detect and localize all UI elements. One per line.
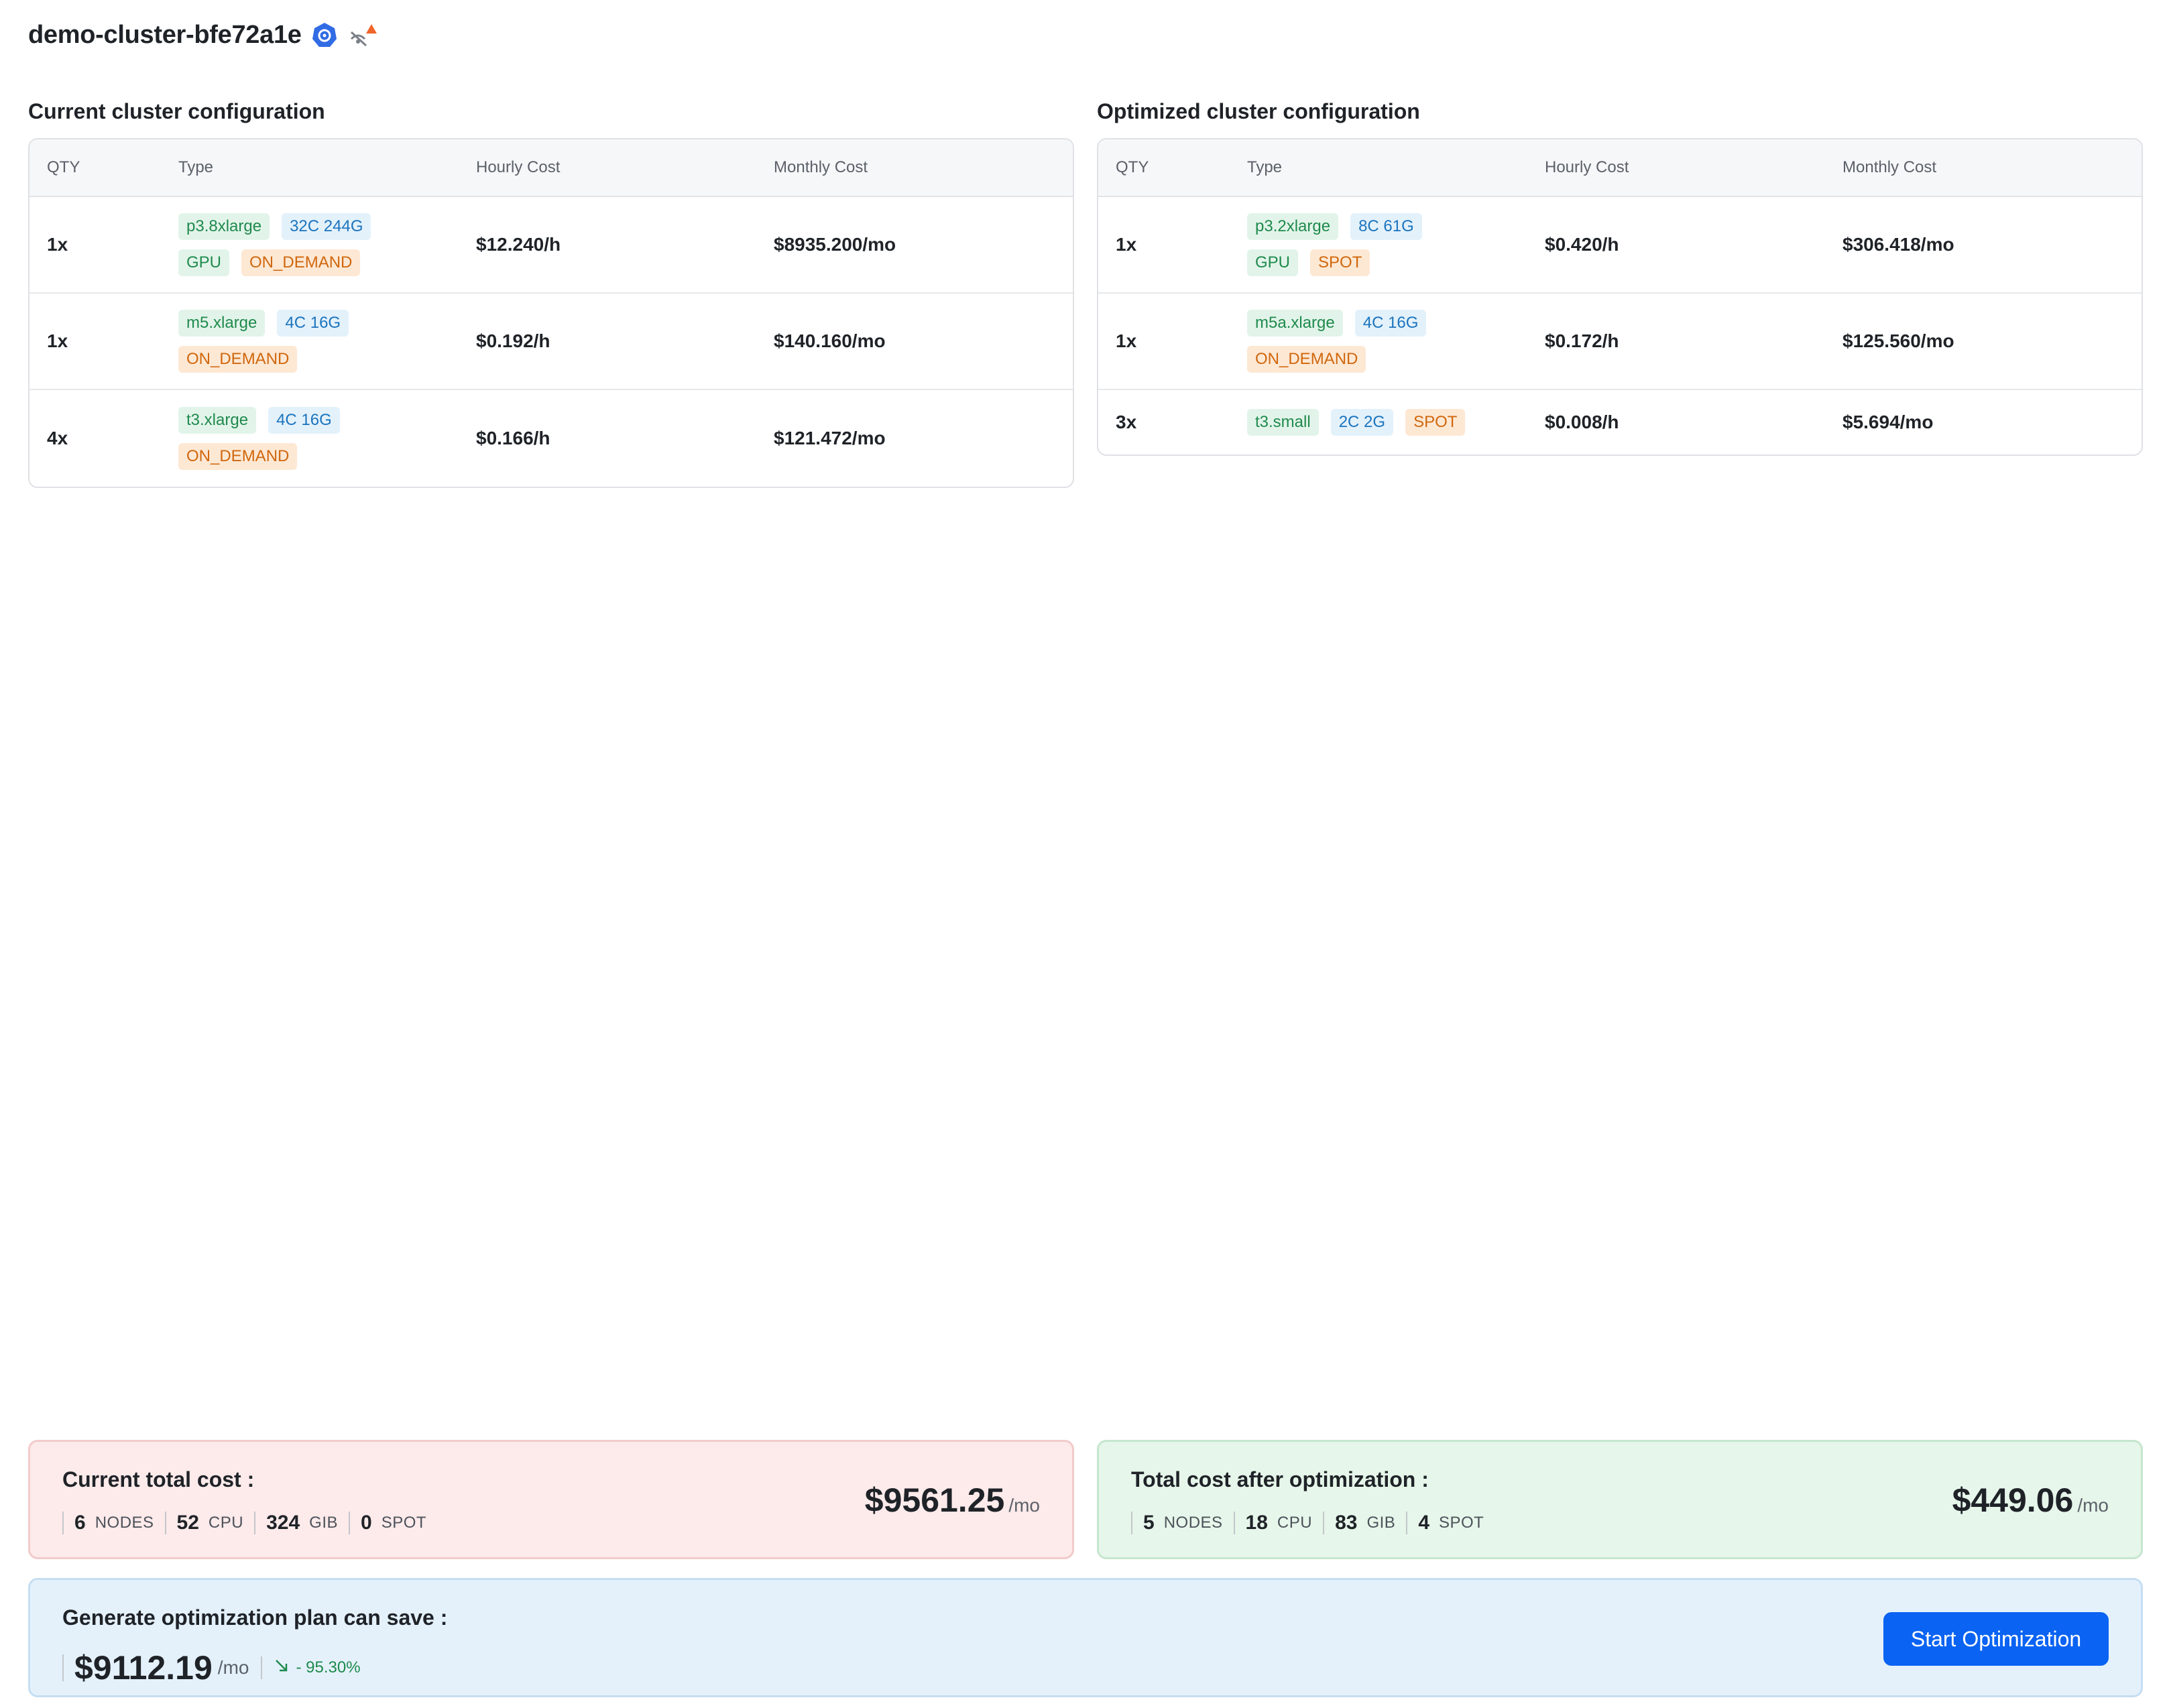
current-total-amount: $9561.25 /mo — [864, 1481, 1040, 1519]
qty-cell: 3x — [1116, 412, 1137, 432]
monthly-cell: $121.472/mo — [774, 428, 886, 448]
lifecycle-tag: ON_DEMAND — [178, 443, 298, 470]
optimized-config-title: Optimized cluster configuration — [1097, 99, 1420, 123]
lifecycle-tag: SPOT — [1310, 249, 1370, 276]
spec-tag: 4C 16G — [1354, 310, 1427, 337]
start-optimization-button[interactable]: Start Optimization — [1883, 1612, 2109, 1666]
instance-tags: t3.xlarge 4C 16G ON_DEMAND — [178, 407, 406, 470]
trend-down-icon — [274, 1658, 289, 1678]
monthly-cell: $8935.200/mo — [774, 234, 896, 255]
savings-unit: /mo — [217, 1657, 249, 1678]
savings-summary: $9112.19 /mo - 95.30% — [62, 1648, 361, 1687]
optimized-total-stats: 5 NODES 18 CPU 83 GIB 4 SPOT — [1131, 1512, 1495, 1534]
page-header: demo-cluster-bfe72a1e — [28, 16, 378, 54]
monthly-cell: $306.418/mo — [1842, 234, 1954, 255]
instance-tags: p3.2xlarge 8C 61G GPU SPOT — [1247, 213, 1475, 276]
table-row: 1x p3.2xlarge 8C 61G GPU SPOT $0.420/h $… — [1098, 197, 2142, 294]
hourly-cell: $0.420/h — [1545, 234, 1619, 255]
stat-cpu: 18 CPU — [1233, 1512, 1324, 1534]
savings-title: Generate optimization plan can save : — [62, 1605, 448, 1630]
stat-spot: 4 SPOT — [1406, 1512, 1495, 1534]
hourly-cell: $0.192/h — [476, 330, 550, 351]
instance-type-tag: t3.xlarge — [178, 407, 257, 434]
stat-nodes: 6 NODES — [62, 1512, 165, 1534]
optimized-total-amount: $449.06 /mo — [1952, 1481, 2109, 1519]
current-total-card: Current total cost : 6 NODES 52 CPU 324 GIB… — [28, 1440, 1074, 1559]
optimized-total-card: Total cost after optimization : 5 NODES 1… — [1097, 1440, 2143, 1559]
savings-percent: - 95.30% — [274, 1658, 361, 1678]
table-row: 1x m5.xlarge 4C 16G ON_DEMAND $0.192/h $… — [30, 294, 1073, 390]
stat-nodes: 5 NODES — [1131, 1512, 1234, 1534]
lifecycle-tag: ON_DEMAND — [1247, 346, 1366, 373]
col-type: Type — [1247, 158, 1283, 176]
divider — [261, 1656, 263, 1679]
col-monthly: Monthly Cost — [1842, 158, 1937, 176]
optimized-config-table: QTY Type Hourly Cost Monthly Cost 1x p3.… — [1097, 138, 2143, 456]
savings-card: Generate optimization plan can save : $9… — [28, 1578, 2143, 1697]
qty-cell: 1x — [1116, 330, 1137, 351]
gpu-tag: GPU — [1247, 249, 1299, 276]
instance-type-tag: p3.2xlarge — [1247, 213, 1339, 240]
no-connection-warning-icon[interactable] — [347, 21, 378, 48]
hourly-cell: $12.240/h — [476, 234, 561, 255]
divider — [62, 1654, 64, 1681]
hourly-cell: $0.172/h — [1545, 330, 1619, 351]
table-row: 1x p3.8xlarge 32C 244G GPU ON_DEMAND $12… — [30, 197, 1073, 294]
current-config-title: Current cluster configuration — [28, 99, 325, 123]
lifecycle-tag: ON_DEMAND — [178, 346, 298, 373]
optimized-config-panel: Optimized cluster configuration QTY Type… — [1097, 94, 2143, 456]
qty-cell: 4x — [47, 428, 68, 448]
current-total-stats: 6 NODES 52 CPU 324 GIB 0 SPOT — [62, 1512, 437, 1534]
table-header: QTY Type Hourly Cost Monthly Cost — [30, 139, 1073, 197]
table-row: 4x t3.xlarge 4C 16G ON_DEMAND $0.166/h $… — [30, 390, 1073, 487]
instance-tags: p3.8xlarge 32C 244G GPU ON_DEMAND — [178, 213, 406, 276]
spec-tag: 4C 16G — [268, 407, 340, 434]
col-qty: QTY — [47, 158, 80, 176]
instance-type-tag: m5a.xlarge — [1247, 310, 1343, 337]
monthly-cell: $5.694/mo — [1842, 412, 1934, 432]
qty-cell: 1x — [47, 330, 68, 351]
stat-memory: 83 GIB — [1323, 1512, 1406, 1534]
current-config-table: QTY Type Hourly Cost Monthly Cost 1x p3.… — [28, 138, 1074, 488]
col-type: Type — [178, 158, 214, 176]
lifecycle-tag: SPOT — [1405, 409, 1466, 436]
gpu-tag: GPU — [178, 249, 230, 276]
qty-cell: 1x — [47, 234, 68, 255]
monthly-cell: $125.560/mo — [1842, 330, 1954, 351]
hourly-cell: $0.008/h — [1545, 412, 1619, 432]
instance-type-tag: m5.xlarge — [178, 310, 266, 337]
instance-tags: m5a.xlarge 4C 16G ON_DEMAND — [1247, 310, 1475, 373]
col-qty: QTY — [1116, 158, 1149, 176]
instance-type-tag: t3.small — [1247, 409, 1319, 436]
monthly-cell: $140.160/mo — [774, 330, 886, 351]
cluster-name: demo-cluster-bfe72a1e — [28, 20, 302, 49]
stat-spot: 0 SPOT — [349, 1512, 437, 1534]
table-row: 1x m5a.xlarge 4C 16G ON_DEMAND $0.172/h … — [1098, 294, 2142, 390]
instance-tags: t3.small 2C 2G SPOT — [1247, 409, 1529, 436]
col-monthly: Monthly Cost — [774, 158, 868, 176]
qty-cell: 1x — [1116, 234, 1137, 255]
spec-tag: 32C 244G — [282, 213, 371, 240]
col-hourly: Hourly Cost — [476, 158, 561, 176]
spec-tag: 2C 2G — [1330, 409, 1394, 436]
kubernetes-icon — [311, 21, 338, 48]
savings-amount: $9112.19 — [74, 1649, 213, 1687]
spec-tag: 8C 61G — [1350, 213, 1422, 240]
hourly-cell: $0.166/h — [476, 428, 550, 448]
instance-type-tag: p3.8xlarge — [178, 213, 270, 240]
table-row: 3x t3.small 2C 2G SPOT $0.008/h $5.694/m… — [1098, 390, 2142, 454]
instance-tags: m5.xlarge 4C 16G ON_DEMAND — [178, 310, 406, 373]
current-total-title: Current total cost : — [62, 1467, 255, 1491]
col-hourly: Hourly Cost — [1545, 158, 1629, 176]
optimized-total-title: Total cost after optimization : — [1131, 1467, 1429, 1491]
spec-tag: 4C 16G — [277, 310, 349, 337]
lifecycle-tag: ON_DEMAND — [241, 249, 361, 276]
stat-cpu: 52 CPU — [164, 1512, 255, 1534]
table-header: QTY Type Hourly Cost Monthly Cost — [1098, 139, 2142, 197]
current-config-panel: Current cluster configuration QTY Type H… — [28, 94, 1074, 488]
stat-memory: 324 GIB — [254, 1512, 349, 1534]
